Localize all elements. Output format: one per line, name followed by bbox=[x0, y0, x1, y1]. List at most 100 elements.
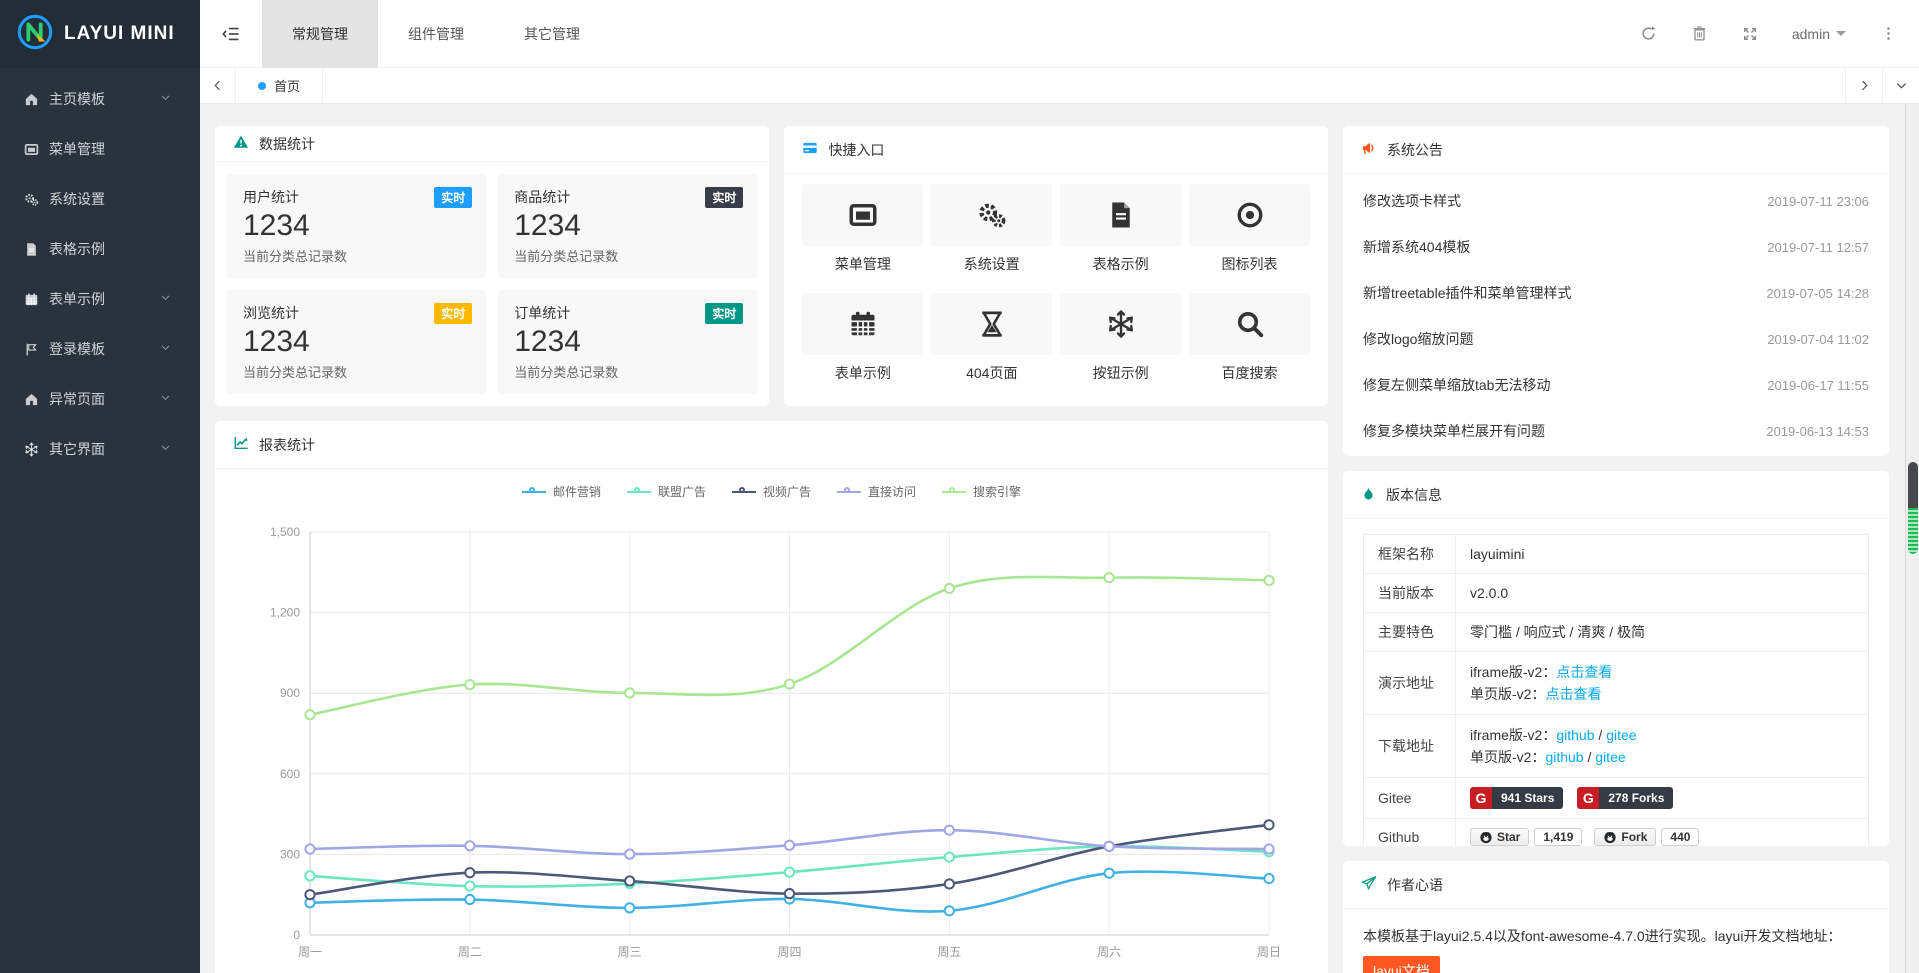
announcement-item[interactable]: 修改选项卡样式2019-07-11 23:06 bbox=[1343, 178, 1889, 224]
author-line1: 本模板基于layui2.5.4以及font-awesome-4.7.0进行实现。… bbox=[1363, 923, 1869, 950]
stat-value: 1234 bbox=[514, 209, 741, 243]
fullscreen-icon[interactable] bbox=[1742, 26, 1758, 42]
legend-item[interactable]: 搜索引擎 bbox=[942, 483, 1021, 500]
legend-item[interactable]: 视频广告 bbox=[732, 483, 811, 500]
gears-icon bbox=[24, 192, 39, 207]
stat-value: 1234 bbox=[243, 209, 470, 243]
legend-label: 邮件营销 bbox=[553, 483, 601, 500]
top-tab-2[interactable]: 其它管理 bbox=[494, 0, 610, 68]
stat-caption: 当前分类总记录数 bbox=[514, 246, 741, 265]
window-icon bbox=[24, 142, 39, 157]
more-vertical-icon[interactable] bbox=[1880, 25, 1897, 42]
quick-entry-title: 快捷入口 bbox=[828, 140, 884, 160]
svg-text:1,200: 1,200 bbox=[270, 606, 300, 620]
refresh-icon[interactable] bbox=[1640, 25, 1657, 42]
sidebar-item-label: 表单示例 bbox=[49, 289, 159, 309]
flag-icon bbox=[24, 342, 39, 357]
warning-triangle-icon bbox=[233, 134, 249, 150]
announcement-text: 修复左侧菜单缩放tab无法移动 bbox=[1363, 375, 1767, 395]
stat-box-1: 商品统计实时1234当前分类总记录数 bbox=[498, 174, 757, 278]
quick-item-label: 表格示例 bbox=[1060, 254, 1181, 274]
quick-item-label: 按钮示例 bbox=[1060, 363, 1181, 383]
collapse-sidebar-button[interactable] bbox=[200, 0, 262, 68]
top-tab-0[interactable]: 常规管理 bbox=[262, 0, 378, 68]
sidebar-item-other[interactable]: 其它界面 bbox=[0, 424, 200, 474]
version-link[interactable]: gitee bbox=[1595, 749, 1625, 765]
tab-scroll-left-button[interactable] bbox=[200, 68, 236, 103]
sidebar-item-error[interactable]: 异常页面 bbox=[0, 374, 200, 424]
user-menu[interactable]: admin bbox=[1792, 26, 1846, 42]
window-icon bbox=[848, 200, 878, 230]
sidebar-item-home[interactable]: 主页模板 bbox=[0, 74, 200, 124]
version-link[interactable]: 点击查看 bbox=[1545, 686, 1601, 702]
app: LAYUI MINI 主页模板菜单管理系统设置表格示例表单示例登录模板异常页面其… bbox=[0, 0, 1919, 973]
legend-item[interactable]: 邮件营销 bbox=[522, 483, 601, 500]
chevron-left-icon bbox=[210, 78, 225, 93]
version-link[interactable]: github bbox=[1556, 727, 1594, 743]
svg-text:周一: 周一 bbox=[298, 945, 322, 959]
quick-item-6[interactable]: 按钮示例 bbox=[1060, 293, 1181, 400]
tab-scroll-right-button[interactable] bbox=[1845, 68, 1882, 103]
quick-item-2[interactable]: 表格示例 bbox=[1060, 184, 1181, 291]
quick-grid: 菜单管理系统设置表格示例图标列表表单示例 404页面按钮示例百度搜索 bbox=[784, 174, 1328, 406]
top-tab-1[interactable]: 组件管理 bbox=[378, 0, 494, 68]
quick-item-7[interactable]: 百度搜索 bbox=[1189, 293, 1310, 400]
version-label: Github bbox=[1364, 819, 1456, 847]
snowflake-icon bbox=[24, 442, 39, 457]
sidebar-item-form[interactable]: 表单示例 bbox=[0, 274, 200, 324]
version-label: Gitee bbox=[1364, 778, 1456, 819]
stats-grid: 用户统计实时1234当前分类总记录数商品统计实时1234当前分类总记录数浏览统计… bbox=[215, 162, 769, 406]
version-value: layuimini bbox=[1470, 546, 1524, 562]
quick-item-label: 表单示例 bbox=[802, 363, 923, 383]
username: admin bbox=[1792, 26, 1830, 42]
announcement-item[interactable]: 修复多模块菜单栏展开有问题2019-06-13 14:53 bbox=[1343, 408, 1889, 454]
legend-item[interactable]: 直接访问 bbox=[837, 483, 916, 500]
quick-item-0[interactable]: 菜单管理 bbox=[802, 184, 923, 291]
announcement-date: 2019-07-04 11:02 bbox=[1767, 332, 1869, 347]
quick-item-3[interactable]: 图标列表 bbox=[1189, 184, 1310, 291]
active-tab-dot-icon bbox=[258, 82, 266, 90]
quick-item-label: 百度搜索 bbox=[1189, 363, 1310, 383]
announcement-date: 2019-06-17 11:55 bbox=[1767, 378, 1869, 393]
version-link[interactable]: gitee bbox=[1606, 727, 1636, 743]
sidebar-item-setting[interactable]: 系统设置 bbox=[0, 174, 200, 224]
sidebar-item-login[interactable]: 登录模板 bbox=[0, 324, 200, 374]
version-row: 演示地址iframe版-v2：点击查看单页版-v2：点击查看 bbox=[1364, 652, 1869, 715]
tab-home[interactable]: 首页 bbox=[236, 68, 323, 103]
version-link[interactable]: 点击查看 bbox=[1556, 664, 1612, 680]
sidebar-item-menu[interactable]: 菜单管理 bbox=[0, 124, 200, 174]
sidebar: LAYUI MINI 主页模板菜单管理系统设置表格示例表单示例登录模板异常页面其… bbox=[0, 0, 200, 973]
stats-card-title: 数据统计 bbox=[259, 134, 315, 154]
announcement-text: 修改logo缩放问题 bbox=[1363, 329, 1767, 349]
version-link[interactable]: github bbox=[1545, 749, 1583, 765]
stat-value: 1234 bbox=[243, 325, 470, 359]
layui-doc-button[interactable]: layui文档 bbox=[1363, 956, 1440, 973]
quick-item-1[interactable]: 系统设置 bbox=[931, 184, 1052, 291]
version-row: 当前版本v2.0.0 bbox=[1364, 574, 1869, 613]
github-count[interactable]: 1,419 bbox=[1534, 828, 1582, 846]
gitee-badge[interactable]: G278 Forks bbox=[1577, 787, 1673, 809]
legend-item[interactable]: 联盟广告 bbox=[627, 483, 706, 500]
announcement-item[interactable]: 新增系统404模板2019-07-11 12:57 bbox=[1343, 224, 1889, 270]
announcement-item[interactable]: 修复左侧菜单缩放tab无法移动2019-06-17 11:55 bbox=[1343, 362, 1889, 408]
legend-label: 联盟广告 bbox=[658, 483, 706, 500]
chevron-down-icon bbox=[159, 341, 172, 354]
github-fork-button[interactable]: Fork bbox=[1594, 828, 1656, 846]
github-count[interactable]: 440 bbox=[1661, 828, 1699, 846]
tab-menu-button[interactable] bbox=[1882, 68, 1919, 103]
announcement-item[interactable]: 修改logo缩放问题2019-07-04 11:02 bbox=[1343, 316, 1889, 362]
trash-icon[interactable] bbox=[1691, 25, 1708, 42]
quick-item-5[interactable]: 404页面 bbox=[931, 293, 1052, 400]
scrollbar-thumb[interactable] bbox=[1908, 462, 1918, 554]
announcement-item[interactable]: 新增treetable插件和菜单管理样式2019-07-05 14:28 bbox=[1343, 270, 1889, 316]
quick-item-4[interactable]: 表单示例 bbox=[802, 293, 923, 400]
sidebar-item-table[interactable]: 表格示例 bbox=[0, 224, 200, 274]
github-star-button[interactable]: Star bbox=[1470, 828, 1529, 846]
page-scrollbar[interactable] bbox=[1905, 104, 1919, 973]
logo: LAYUI MINI bbox=[0, 0, 200, 68]
legend-label: 视频广告 bbox=[763, 483, 811, 500]
quick-entry-card: 快捷入口 菜单管理系统设置表格示例图标列表表单示例 404页面按钮示例百度搜索 bbox=[784, 126, 1328, 406]
sidebar-item-label: 异常页面 bbox=[49, 389, 159, 409]
github-icon bbox=[1603, 830, 1617, 844]
gitee-badge[interactable]: G941 Stars bbox=[1470, 787, 1563, 809]
